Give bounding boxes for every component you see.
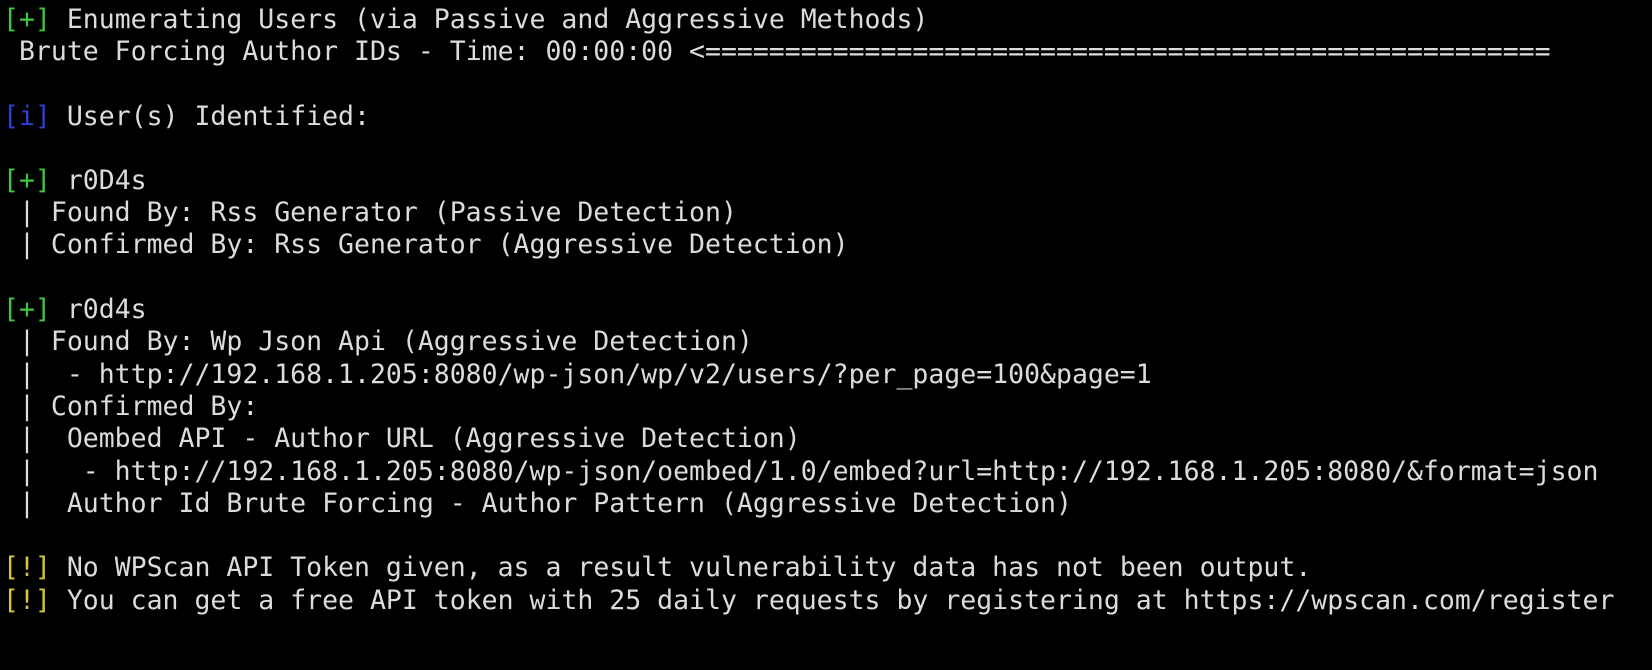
line-text: | Author Id Brute Forcing - Author Patte… bbox=[3, 488, 1072, 519]
line-text: User(s) Identified: bbox=[50, 101, 370, 132]
output-line-found-by: | Found By: Wp Json Api (Aggressive Dete… bbox=[3, 325, 753, 359]
success-tag: [+] bbox=[3, 165, 51, 196]
output-line-user-r0d4s: [+] r0d4s bbox=[3, 293, 147, 327]
line-text: | Oembed API - Author URL (Aggressive De… bbox=[3, 423, 801, 454]
output-line-author-id-brute-forcing: | Author Id Brute Forcing - Author Patte… bbox=[3, 487, 1072, 521]
line-text: | Confirmed By: bbox=[3, 391, 259, 422]
success-tag: [+] bbox=[3, 294, 51, 325]
output-line-oembed-api: | Oembed API - Author URL (Aggressive De… bbox=[3, 422, 801, 456]
url-text: | - http://192.168.1.205:8080/wp-json/wp… bbox=[3, 359, 1152, 390]
username-text: r0D4s bbox=[50, 165, 147, 196]
output-line-users-identified: [i] User(s) Identified: bbox=[3, 100, 370, 134]
progress-text: Brute Forcing Author IDs - Time: 00:00:0… bbox=[3, 36, 1551, 67]
output-line-confirmed-by: | Confirmed By: bbox=[3, 390, 258, 424]
success-tag: [+] bbox=[3, 4, 51, 35]
username-text: r0d4s bbox=[50, 294, 147, 325]
output-line-confirmed-by: | Confirmed By: Rss Generator (Aggressiv… bbox=[3, 228, 849, 262]
warning-text: You can get a free API token with 25 dai… bbox=[50, 585, 1615, 616]
warning-tag: [!] bbox=[3, 552, 51, 583]
warning-tag: [!] bbox=[3, 585, 51, 616]
line-text: | Confirmed By: Rss Generator (Aggressiv… bbox=[3, 229, 849, 260]
line-text: | Found By: Wp Json Api (Aggressive Dete… bbox=[3, 326, 753, 357]
output-line-no-api-token-warning: [!] No WPScan API Token given, as a resu… bbox=[3, 551, 1311, 585]
warning-text: No WPScan API Token given, as a result v… bbox=[50, 552, 1312, 583]
line-text: Enumerating Users (via Passive and Aggre… bbox=[50, 4, 929, 35]
terminal-window[interactable]: [+] Enumerating Users (via Passive and A… bbox=[0, 0, 1652, 670]
url-text: | - http://192.168.1.205:8080/wp-json/oe… bbox=[3, 456, 1599, 487]
info-tag: [i] bbox=[3, 101, 51, 132]
line-text: | Found By: Rss Generator (Passive Detec… bbox=[3, 197, 737, 228]
output-line-free-api-token-info: [!] You can get a free API token with 25… bbox=[3, 584, 1614, 618]
output-line-oembed-url: | - http://192.168.1.205:8080/wp-json/oe… bbox=[3, 455, 1598, 489]
output-line-brute-force-progress: Brute Forcing Author IDs - Time: 00:00:0… bbox=[3, 35, 1551, 69]
output-line-wp-json-url: | - http://192.168.1.205:8080/wp-json/wp… bbox=[3, 358, 1152, 392]
output-line-user-r0D4s: [+] r0D4s bbox=[3, 164, 147, 198]
output-line-enumerating-users: [+] Enumerating Users (via Passive and A… bbox=[3, 3, 928, 37]
output-line-found-by: | Found By: Rss Generator (Passive Detec… bbox=[3, 196, 737, 230]
